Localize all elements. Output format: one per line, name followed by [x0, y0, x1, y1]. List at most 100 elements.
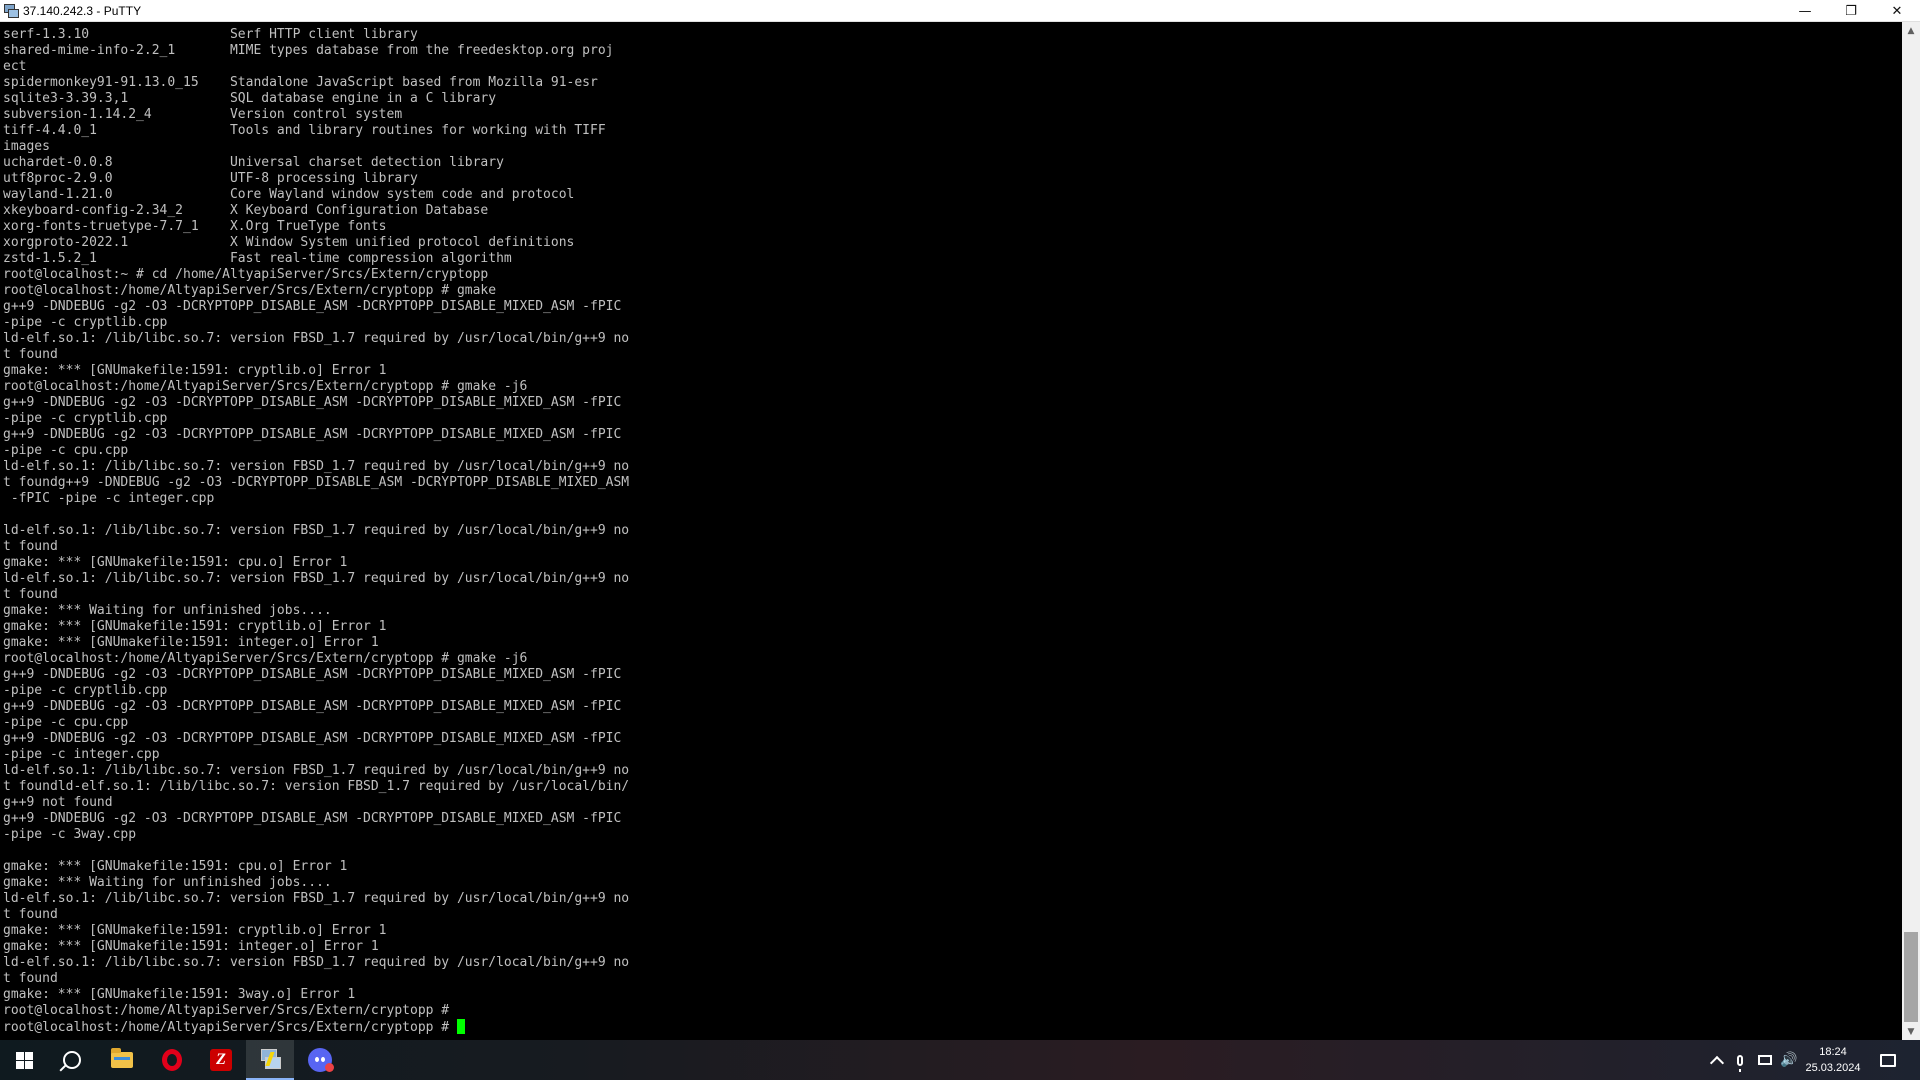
microphone-icon — [1737, 1054, 1743, 1072]
terminal-line: ld-elf.so.1: /lib/libc.so.7: version FBS… — [3, 955, 629, 971]
start-button[interactable] — [0, 1040, 48, 1080]
terminal-line: root@localhost:/home/AltyapiServer/Srcs/… — [3, 651, 629, 667]
terminal-line: tiff-4.4.0_1 Tools and library routines … — [3, 123, 629, 139]
terminal-line-text: t found — [3, 587, 58, 602]
terminal-line-text: -pipe -c cpu.cpp — [3, 443, 129, 458]
putty-app-icon[interactable] — [3, 3, 19, 19]
window-controls: — ❐ ✕ — [1782, 0, 1920, 22]
terminal-line: g++9 -DNDEBUG -g2 -O3 -DCRYPTOPP_DISABLE… — [3, 395, 629, 411]
terminal-line: -fPIC -pipe -c integer.cpp — [3, 491, 629, 507]
terminal-line-text: gmake: *** [GNUmakefile:1591: integer.o]… — [3, 635, 379, 650]
terminal-line: gmake: *** Waiting for unfinished jobs..… — [3, 875, 629, 891]
taskbar-putty[interactable] — [246, 1040, 294, 1080]
terminal-cursor — [456, 1019, 465, 1034]
taskbar-discord[interactable] — [296, 1040, 344, 1080]
terminal-line: g++9 -DNDEBUG -g2 -O3 -DCRYPTOPP_DISABLE… — [3, 299, 629, 315]
search-button[interactable] — [48, 1040, 96, 1080]
scrollbar-thumb[interactable] — [1904, 932, 1918, 1022]
terminal-line-text: -pipe -c cryptlib.cpp — [3, 315, 168, 330]
terminal-line: wayland-1.21.0 Core Wayland window syste… — [3, 187, 629, 203]
terminal-line: ld-elf.so.1: /lib/libc.so.7: version FBS… — [3, 523, 629, 539]
terminal-line: xorg-fonts-truetype-7.7_1 X.Org TrueType… — [3, 219, 629, 235]
terminal-line-text: ld-elf.so.1: /lib/libc.so.7: version FBS… — [3, 891, 630, 906]
terminal-line-text: shared-mime-info-2.2_1 MIME types databa… — [3, 43, 614, 58]
terminal-line: utf8proc-2.9.0 UTF-8 processing library — [3, 171, 629, 187]
notification-icon — [1880, 1053, 1896, 1067]
clock-time: 18:24 — [1819, 1046, 1847, 1058]
terminal-line-text: root@localhost:/home/AltyapiServer/Srcs/… — [3, 1020, 457, 1035]
terminal-line: t foundg++9 -DNDEBUG -g2 -O3 -DCRYPTOPP_… — [3, 475, 629, 491]
clock-date: 25.03.2024 — [1805, 1062, 1861, 1074]
terminal-line: shared-mime-info-2.2_1 MIME types databa… — [3, 43, 629, 59]
terminal-line: g++9 -DNDEBUG -g2 -O3 -DCRYPTOPP_DISABLE… — [3, 427, 629, 443]
terminal-line-text: tiff-4.4.0_1 Tools and library routines … — [3, 123, 606, 138]
terminal-line: g++9 -DNDEBUG -g2 -O3 -DCRYPTOPP_DISABLE… — [3, 667, 629, 683]
terminal-line: t found — [3, 539, 629, 555]
network-icon — [1758, 1055, 1772, 1065]
action-center-button[interactable] — [1873, 1040, 1903, 1080]
close-button[interactable]: ✕ — [1874, 0, 1920, 22]
terminal-line-text: xkeyboard-config-2.34_2 X Keyboard Confi… — [3, 203, 489, 218]
network-button[interactable] — [1754, 1040, 1776, 1080]
terminal-line: uchardet-0.0.8 Universal charset detecti… — [3, 155, 629, 171]
terminal-line-text: t found — [3, 539, 58, 554]
terminal-line: root@localhost:/home/AltyapiServer/Srcs/… — [3, 1003, 629, 1019]
opera-icon — [162, 1049, 182, 1071]
terminal-line-text: root@localhost:~ # cd /home/AltyapiServe… — [3, 267, 489, 282]
terminal-line-text: gmake: *** [GNUmakefile:1591: cryptlib.o… — [3, 923, 387, 938]
terminal-line-text: utf8proc-2.9.0 UTF-8 processing library — [3, 171, 418, 186]
window-title-bar[interactable]: 37.140.242.3 - PuTTY — ❐ ✕ — [0, 0, 1920, 22]
terminal-line-text: ect — [3, 59, 27, 74]
terminal-line: root@localhost:~ # cd /home/AltyapiServe… — [3, 267, 629, 283]
taskbar-opera[interactable] — [148, 1040, 196, 1080]
terminal-line-text: root@localhost:/home/AltyapiServer/Srcs/… — [3, 651, 528, 666]
restore-button[interactable]: ❐ — [1828, 0, 1874, 22]
terminal-line-text: g++9 -DNDEBUG -g2 -O3 -DCRYPTOPP_DISABLE… — [3, 811, 622, 826]
terminal-line: gmake: *** Waiting for unfinished jobs..… — [3, 603, 629, 619]
terminal-line: -pipe -c 3way.cpp — [3, 827, 629, 843]
terminal-line-text: ld-elf.so.1: /lib/libc.so.7: version FBS… — [3, 459, 630, 474]
terminal-line-text: gmake: *** [GNUmakefile:1591: 3way.o] Er… — [3, 987, 356, 1002]
terminal-line-text: -pipe -c cryptlib.cpp — [3, 683, 168, 698]
terminal-line-text: t foundg++9 -DNDEBUG -g2 -O3 -DCRYPTOPP_… — [3, 475, 630, 490]
terminal-line-text: ld-elf.so.1: /lib/libc.so.7: version FBS… — [3, 955, 630, 970]
terminal-line-text: t found — [3, 347, 58, 362]
terminal-line-text: g++9 -DNDEBUG -g2 -O3 -DCRYPTOPP_DISABLE… — [3, 299, 622, 314]
scroll-down-icon[interactable]: ▼ — [1902, 1023, 1920, 1040]
terminal-line-text: ld-elf.so.1: /lib/libc.so.7: version FBS… — [3, 571, 630, 586]
terminal-line-text: -pipe -c integer.cpp — [3, 747, 160, 762]
terminal-line-text: g++9 -DNDEBUG -g2 -O3 -DCRYPTOPP_DISABLE… — [3, 731, 622, 746]
terminal-line: g++9 -DNDEBUG -g2 -O3 -DCRYPTOPP_DISABLE… — [3, 731, 629, 747]
terminal-line-text: zstd-1.5.2_1 Fast real-time compression … — [3, 251, 512, 266]
terminal-line: serf-1.3.10 Serf HTTP client library — [3, 27, 629, 43]
terminal-line-text: root@localhost:/home/AltyapiServer/Srcs/… — [3, 283, 497, 298]
terminal-line-text: -pipe -c 3way.cpp — [3, 827, 137, 842]
terminal-line-text: -fPIC -pipe -c integer.cpp — [3, 491, 215, 506]
terminal-line-text: ld-elf.so.1: /lib/libc.so.7: version FBS… — [3, 523, 630, 538]
chevron-up-icon — [1709, 1055, 1725, 1070]
terminal-line-text: xorgproto-2022.1 X Window System unified… — [3, 235, 575, 250]
terminal-line-text: gmake: *** [GNUmakefile:1591: cpu.o] Err… — [3, 555, 348, 570]
terminal-line: root@localhost:/home/AltyapiServer/Srcs/… — [3, 1019, 629, 1035]
terminal-line: gmake: *** [GNUmakefile:1591: 3way.o] Er… — [3, 987, 629, 1003]
terminal-line-text: ld-elf.so.1: /lib/libc.so.7: version FBS… — [3, 763, 630, 778]
terminal-line: spidermonkey91-91.13.0_15 Standalone Jav… — [3, 75, 629, 91]
terminal-area[interactable]: serf-1.3.10 Serf HTTP client library shar… — [0, 22, 1902, 1040]
terminal-line: -pipe -c cryptlib.cpp — [3, 683, 629, 699]
taskbar-clock[interactable]: 18:24 25.03.2024 — [1793, 1044, 1873, 1076]
terminal-line-text: g++9 -DNDEBUG -g2 -O3 -DCRYPTOPP_DISABLE… — [3, 699, 622, 714]
terminal-line-text: serf-1.3.10 Serf HTTP client library — [3, 27, 418, 42]
terminal-line: -pipe -c cryptlib.cpp — [3, 315, 629, 331]
terminal-line-text: spidermonkey91-91.13.0_15 Standalone Jav… — [3, 75, 598, 90]
scroll-up-icon[interactable]: ▲ — [1902, 22, 1920, 39]
terminal-line-text: gmake: *** Waiting for unfinished jobs..… — [3, 875, 332, 890]
taskbar-file-explorer[interactable] — [98, 1040, 146, 1080]
show-hidden-icons-button[interactable] — [1706, 1040, 1728, 1080]
vertical-scrollbar[interactable]: ▲ ▼ — [1902, 22, 1920, 1040]
minimize-button[interactable]: — — [1782, 0, 1828, 22]
microphone-button[interactable] — [1730, 1040, 1750, 1080]
taskbar-filezilla[interactable]: Z — [197, 1040, 245, 1080]
terminal-line: images — [3, 139, 629, 155]
taskbar: Z 🔊 18:24 25.03.2024 — [0, 1040, 1920, 1080]
